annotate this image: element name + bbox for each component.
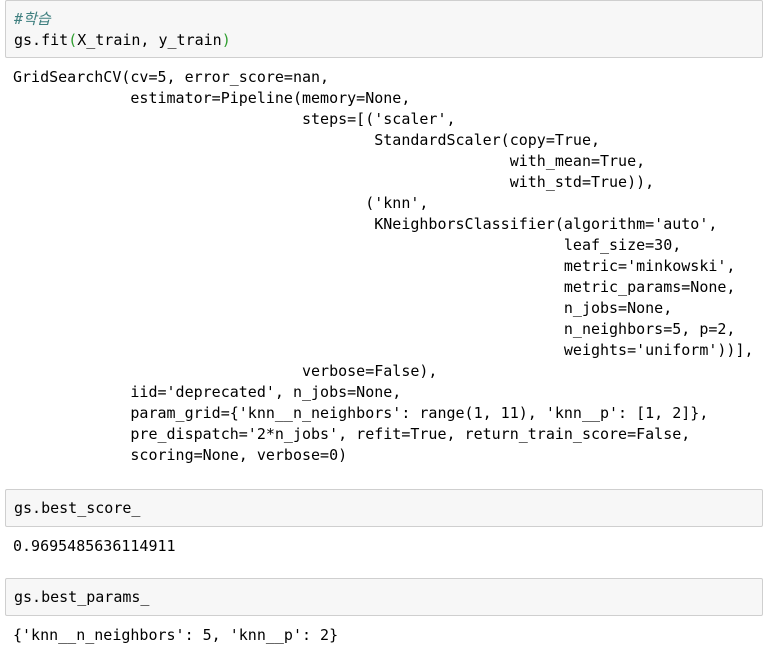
output-line: estimator=Pipeline(memory=None, — [13, 89, 411, 107]
output-line: KNeighborsClassifier(algorithm='auto', — [13, 215, 718, 233]
output-line: leaf_size=30, — [13, 236, 682, 254]
code-line-best-score: gs.best_score_ — [14, 499, 141, 517]
output-line: pre_dispatch='2*n_jobs', refit=True, ret… — [13, 425, 691, 443]
output-line: metric_params=None, — [13, 278, 736, 296]
code-line-fit: gs.fit(X_train, y_train) — [14, 30, 231, 51]
output-line: with_std=True)), — [13, 173, 655, 191]
paren-open: ( — [68, 31, 78, 49]
code-text: gs.fit — [14, 31, 69, 49]
output-line: verbose=False), — [13, 362, 438, 380]
output-line: iid='deprecated', n_jobs=None, — [13, 383, 402, 401]
output-line: param_grid={'knn__n_neighbors': range(1,… — [13, 404, 709, 422]
output-line: weights='uniform'))], — [13, 341, 754, 359]
output-line: n_neighbors=5, p=2, — [13, 320, 736, 338]
paren-close: ) — [221, 31, 231, 49]
output-line: metric='minkowski', — [13, 257, 736, 275]
output-line: scoring=None, verbose=0) — [13, 446, 348, 464]
output-line: ('knn', — [13, 194, 429, 212]
output-best-score: 0.9695485636114911 — [13, 537, 176, 555]
output-best-params: {'knn__n_neighbors': 5, 'knn__p': 2} — [13, 626, 339, 644]
code-line-best-params: gs.best_params_ — [14, 588, 150, 606]
code-cell-fit[interactable]: #학습 gs.fit(X_train, y_train) — [5, 0, 763, 58]
output-line: n_jobs=None, — [13, 299, 673, 317]
output-line: steps=[('scaler', — [13, 110, 456, 128]
code-cell-best-score[interactable]: gs.best_score_ — [5, 489, 763, 527]
output-line: StandardScaler(copy=True, — [13, 131, 600, 149]
code-cell-best-params[interactable]: gs.best_params_ — [5, 578, 763, 616]
comment-line: #학습 — [14, 10, 51, 28]
code-args: X_train, y_train — [77, 31, 222, 49]
output-line: with_mean=True, — [13, 152, 646, 170]
output-line: GridSearchCV(cv=5, error_score=nan, — [13, 68, 330, 86]
